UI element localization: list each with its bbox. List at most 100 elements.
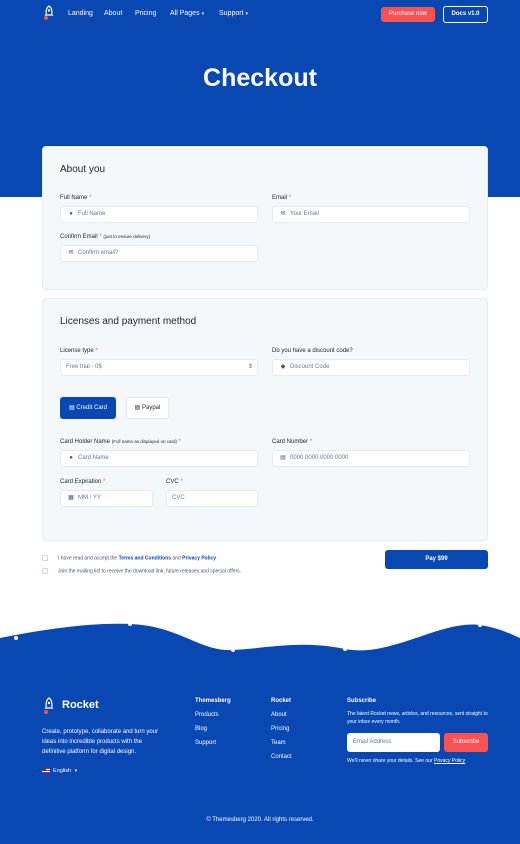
license-type-select[interactable]: Free trial - 0$ ⇕ [60,359,258,376]
card-expiration-placeholder: MM / YY [78,495,101,501]
tab-label: Paypal [141,405,161,411]
required-mark: * [288,195,292,201]
confirm-email-label: Confirm Email * (just to ensure delivery… [60,234,150,240]
label-text: Email [272,195,288,201]
full-name-field[interactable]: ● Full Name [60,206,258,223]
required-mark: * [103,479,106,485]
tag-icon: ◆ [280,364,286,370]
card-number-placeholder: 0000 0000 0000 0000 [290,455,349,461]
footer-privacy-note: We'll never share your details. See our … [347,758,465,764]
terms-checkbox[interactable] [42,555,48,561]
cvc-field[interactable]: CVC [166,490,258,507]
subscribe-email-input[interactable]: Email Address [347,733,440,752]
purchase-button[interactable]: Purchase now [381,7,435,22]
credit-card-icon: ▤ [134,405,141,411]
email-field[interactable]: ✉ Your Email [272,206,470,223]
tab-credit-card[interactable]: ▤ Credit Card [60,397,116,419]
nav-link-support[interactable]: Support ▾ [219,10,248,17]
label-text: Full Name [60,195,88,201]
license-type-value: Free trial - 0$ [66,364,102,370]
label-text: Card Number [272,439,309,445]
payment-card: Licenses and payment method License type… [42,298,488,541]
terms-checkbox-row: I have read and accept the Terms and Con… [42,555,216,561]
required-mark: * [99,234,102,240]
rocket-icon[interactable] [42,697,56,715]
card-holder-placeholder: Card Name [78,455,109,461]
required-mark: * [178,439,181,445]
footer-link-blog[interactable]: Blog [195,726,207,732]
footer-link-about[interactable]: About [271,712,287,718]
docs-button[interactable]: Docs v1.0 [443,6,488,23]
mailing-checkbox[interactable] [42,568,48,574]
navbar: Landing About Pricing All Pages ▾ Support… [0,0,520,30]
nav-link-label: Support [219,10,244,17]
us-flag-icon [42,768,50,774]
subscribe-text: The latest Rocket news, articles, and re… [347,711,488,725]
subscribe-title: Subscribe [347,698,377,704]
envelope-icon: ✉ [280,211,286,217]
footer-link-contact[interactable]: Contact [271,754,292,760]
envelope-icon: ✉ [68,250,74,256]
language-selector[interactable]: English ▾ [42,768,77,774]
subscribe-button[interactable]: Subscribe [444,733,488,752]
user-icon: ● [69,211,73,217]
required-mark: * [309,439,313,445]
email-label: Email * [272,195,291,201]
required-mark: * [180,479,183,485]
nav-link-all-pages[interactable]: All Pages ▾ [170,10,204,17]
footer-link-support[interactable]: Support [195,740,216,746]
tab-label: Credit Card [76,405,108,411]
calendar-icon: ▦ [68,495,74,501]
privacy-prefix: We'll never share your details. See our [347,758,433,764]
card-number-label: Card Number * [272,439,312,445]
label-text: Card Holder Name [60,439,111,445]
discount-label: Do you have a discount code? [272,348,353,354]
card-holder-field[interactable]: ● Card Name [60,450,258,467]
license-type-label: License type * [60,348,98,354]
card-expiration-field[interactable]: ▦ MM / YY [60,490,153,507]
email-placeholder: Your Email [290,211,319,217]
confirm-email-field[interactable]: ✉ Confirm email? [60,245,258,262]
about-you-card: About you Full Name * ● Full Name Email *… [42,146,488,290]
chevron-down-icon: ▾ [201,11,205,17]
chevron-down-icon: ▾ [74,768,78,774]
terms-prefix: I have read and accept the [58,555,118,562]
mailing-checkbox-row: Join the mailing list to receive the dow… [42,568,241,574]
full-name-placeholder: Full Name [78,211,106,217]
footer-link-products[interactable]: Products [195,712,219,718]
footer-wave [0,622,520,674]
footer-col-title-rocket: Rocket [271,698,292,704]
cvc-placeholder: CVC [172,495,185,501]
nav-link-pricing[interactable]: Pricing [135,10,156,17]
card-title: Licenses and payment method [60,316,197,327]
footer-link-pricing[interactable]: Pricing [271,726,289,732]
card-holder-note: (Full name as displayed on card) [111,439,177,444]
tab-paypal[interactable]: ▤ Paypal [126,397,169,419]
label-text: CVC [166,479,179,485]
discount-placeholder: Discount Code [290,364,330,370]
credit-card-icon: ▤ [68,405,75,411]
full-name-label: Full Name * [60,195,91,201]
privacy-link[interactable]: Privacy Policy [182,555,216,561]
footer-brand: Rocket [62,699,99,711]
footer-privacy-link[interactable]: Privacy Policy [434,758,465,764]
terms-link[interactable]: Terms and Conditions [119,555,171,561]
language-label: English [53,768,72,774]
nav-link-about[interactable]: About [104,10,122,17]
card-expiration-label: Card Expiration * [60,479,105,485]
discount-code-field[interactable]: ◆ Discount Code [272,359,470,376]
copyright: © Themesberg 2020. All rights reserved. [206,817,314,823]
pay-button[interactable]: Pay $99 [385,550,488,569]
nav-link-landing[interactable]: Landing [68,10,93,17]
credit-card-icon: ▤ [280,455,286,461]
cvc-label: CVC * [166,479,183,485]
user-icon: ● [69,455,73,461]
footer-description: Create, prototype, collaborate and turn … [42,729,159,755]
rocket-icon[interactable] [42,5,56,21]
terms-and: and [172,555,181,562]
mailing-text: Join the mailing list to receive the dow… [58,568,242,575]
card-holder-label: Card Holder Name (Full name as displayed… [60,439,181,445]
card-number-field[interactable]: ▤ 0000 0000 0000 0000 [272,450,470,467]
footer-link-team[interactable]: Team [271,740,286,746]
select-arrows-icon: ⇕ [247,364,253,370]
